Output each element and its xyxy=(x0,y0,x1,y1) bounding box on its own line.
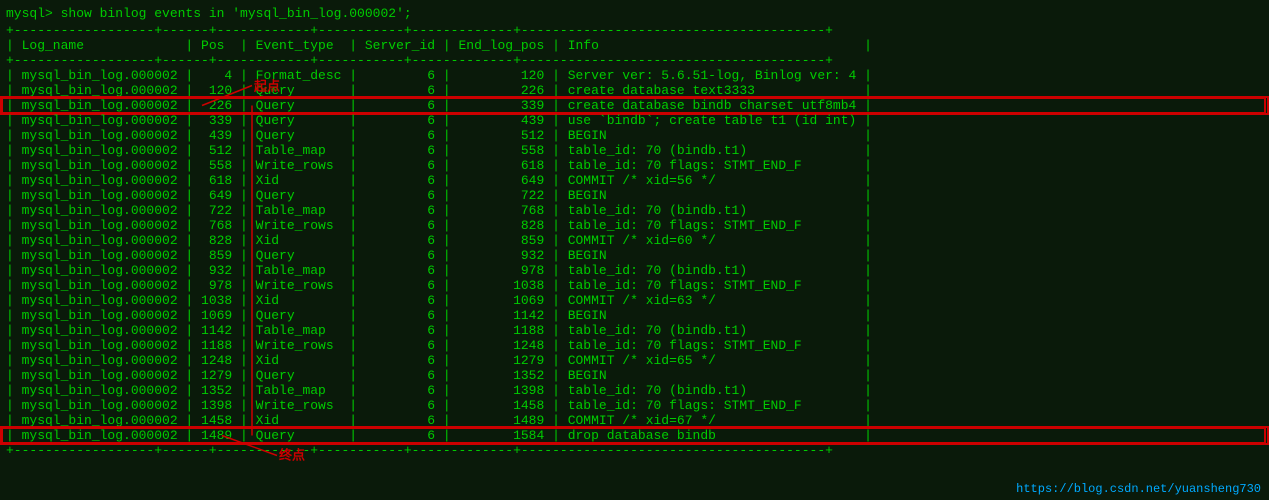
table-row: | mysql_bin_log.000002 | 558 | Write_row… xyxy=(2,158,1267,173)
row-text: | mysql_bin_log.000002 | 1248 | Xid | 6 … xyxy=(6,353,872,368)
table-row: | mysql_bin_log.000002 | 512 | Table_map… xyxy=(2,143,1267,158)
header-text: | Log_name | Pos | Event_type | Server_i… xyxy=(6,38,872,53)
table-row: | mysql_bin_log.000002 | 226 | Query | 6… xyxy=(2,98,1267,113)
table-row: | mysql_bin_log.000002 | 4 | Format_desc… xyxy=(2,68,1267,83)
row-text: | mysql_bin_log.000002 | 1279 | Query | … xyxy=(6,368,872,383)
row-text: | mysql_bin_log.000002 | 558 | Write_row… xyxy=(6,158,872,173)
row-text: | mysql_bin_log.000002 | 722 | Table_map… xyxy=(6,203,872,218)
row-text: | mysql_bin_log.000002 | 932 | Table_map… xyxy=(6,263,872,278)
row-text: | mysql_bin_log.000002 | 1038 | Xid | 6 … xyxy=(6,293,872,308)
terminal: mysql> show binlog events in 'mysql_bin_… xyxy=(0,0,1269,462)
row-text: | mysql_bin_log.000002 | 1352 | Table_ma… xyxy=(6,383,872,398)
row-text: | mysql_bin_log.000002 | 1458 | Xid | 6 … xyxy=(6,413,872,428)
table-row: | mysql_bin_log.000002 | 1248 | Xid | 6 … xyxy=(2,353,1267,368)
row-text: | mysql_bin_log.000002 | 120 | Query | 6… xyxy=(6,83,872,98)
row-text: | mysql_bin_log.000002 | 1188 | Write_ro… xyxy=(6,338,872,353)
table-row: | mysql_bin_log.000002 | 828 | Xid | 6 |… xyxy=(2,233,1267,248)
table-row: | mysql_bin_log.000002 | 1352 | Table_ma… xyxy=(2,383,1267,398)
table-row: | mysql_bin_log.000002 | 1279 | Query | … xyxy=(2,368,1267,383)
watermark: https://blog.csdn.net/yuansheng730 xyxy=(1016,482,1261,496)
table-row: | mysql_bin_log.000002 | 978 | Write_row… xyxy=(2,278,1267,293)
row-text: | mysql_bin_log.000002 | 859 | Query | 6… xyxy=(6,248,872,263)
row-text: | mysql_bin_log.000002 | 439 | Query | 6… xyxy=(6,128,872,143)
table-row: | mysql_bin_log.000002 | 1069 | Query | … xyxy=(2,308,1267,323)
row-text: | mysql_bin_log.000002 | 512 | Table_map… xyxy=(6,143,872,158)
table-row: | mysql_bin_log.000002 | 339 | Query | 6… xyxy=(2,113,1267,128)
row-text: | mysql_bin_log.000002 | 649 | Query | 6… xyxy=(6,188,872,203)
table-row: | mysql_bin_log.000002 | 722 | Table_map… xyxy=(2,203,1267,218)
row-text: | mysql_bin_log.000002 | 828 | Xid | 6 |… xyxy=(6,233,872,248)
row-text: | mysql_bin_log.000002 | 339 | Query | 6… xyxy=(6,113,872,128)
row-text: | mysql_bin_log.000002 | 768 | Write_row… xyxy=(6,218,872,233)
table-row: | mysql_bin_log.000002 | 1188 | Write_ro… xyxy=(2,338,1267,353)
table-row: | mysql_bin_log.000002 | 120 | Query | 6… xyxy=(2,83,1267,98)
separator-top: +------------------+------+------------+… xyxy=(2,23,1267,38)
row-text: | mysql_bin_log.000002 | 978 | Write_row… xyxy=(6,278,872,293)
table-row: | mysql_bin_log.000002 | 439 | Query | 6… xyxy=(2,128,1267,143)
separator-mid: +------------------+------+------------+… xyxy=(2,53,1267,68)
rows-container: | mysql_bin_log.000002 | 4 | Format_desc… xyxy=(2,68,1267,443)
header-row: | Log_name | Pos | Event_type | Server_i… xyxy=(2,38,1267,53)
row-text: | mysql_bin_log.000002 | 1398 | Write_ro… xyxy=(6,398,872,413)
row-text: | mysql_bin_log.000002 | 618 | Xid | 6 |… xyxy=(6,173,872,188)
table-container: +------------------+------+------------+… xyxy=(2,23,1267,458)
table-row: | mysql_bin_log.000002 | 1398 | Write_ro… xyxy=(2,398,1267,413)
separator-bot: +------------------+------+------------+… xyxy=(2,443,1267,458)
command-line: mysql> show binlog events in 'mysql_bin_… xyxy=(2,4,1267,23)
table-row: | mysql_bin_log.000002 | 618 | Xid | 6 |… xyxy=(2,173,1267,188)
row-text: | mysql_bin_log.000002 | 226 | Query | 6… xyxy=(6,98,872,113)
table-row: | mysql_bin_log.000002 | 649 | Query | 6… xyxy=(2,188,1267,203)
row-text: | mysql_bin_log.000002 | 1142 | Table_ma… xyxy=(6,323,872,338)
table-row: | mysql_bin_log.000002 | 932 | Table_map… xyxy=(2,263,1267,278)
table-row: | mysql_bin_log.000002 | 768 | Write_row… xyxy=(2,218,1267,233)
row-text: | mysql_bin_log.000002 | 1489 | Query | … xyxy=(6,428,872,443)
table-row: | mysql_bin_log.000002 | 1038 | Xid | 6 … xyxy=(2,293,1267,308)
table-row: | mysql_bin_log.000002 | 1142 | Table_ma… xyxy=(2,323,1267,338)
row-text: | mysql_bin_log.000002 | 1069 | Query | … xyxy=(6,308,872,323)
table-row: | mysql_bin_log.000002 | 1458 | Xid | 6 … xyxy=(2,413,1267,428)
table-row: | mysql_bin_log.000002 | 859 | Query | 6… xyxy=(2,248,1267,263)
table-row: | mysql_bin_log.000002 | 1489 | Query | … xyxy=(2,428,1267,443)
row-text: | mysql_bin_log.000002 | 4 | Format_desc… xyxy=(6,68,872,83)
